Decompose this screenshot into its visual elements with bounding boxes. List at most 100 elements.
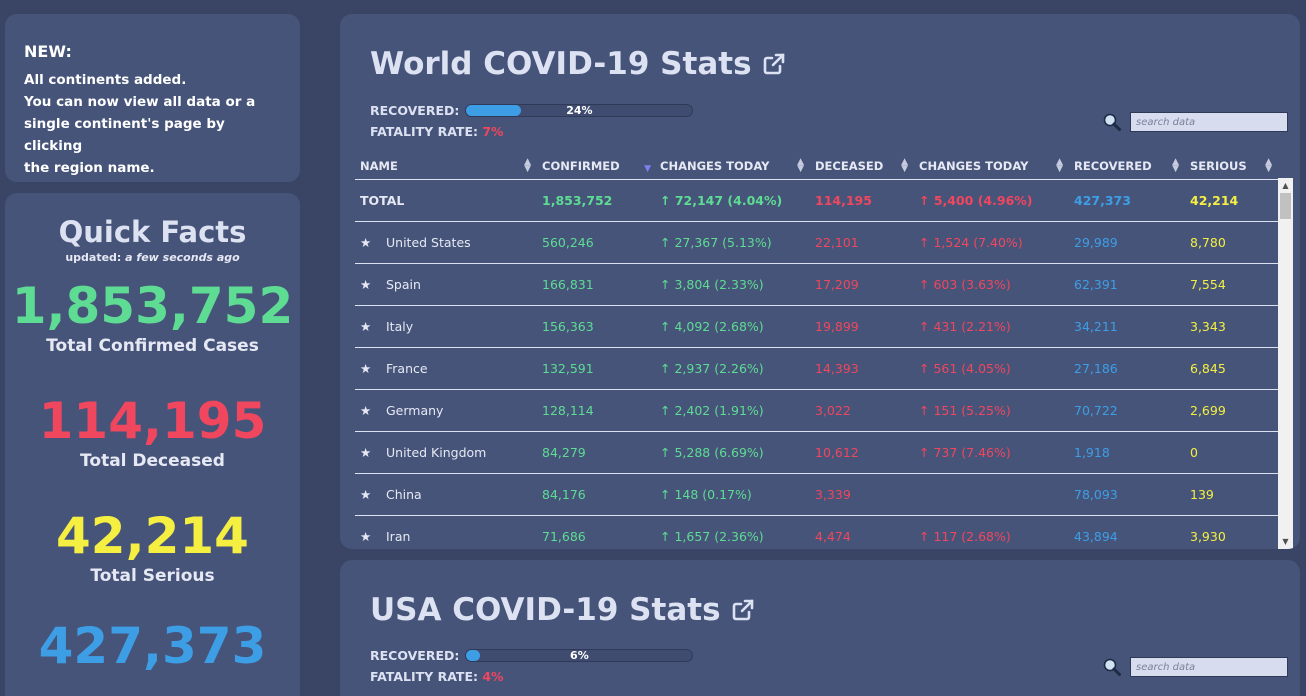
- sort-icon[interactable]: ▲ ▼: [901, 158, 908, 174]
- total-confirmed-label: Total Confirmed Cases: [46, 336, 259, 356]
- sort-icon[interactable]: ▲ ▼: [524, 158, 531, 174]
- star-icon[interactable]: ★: [360, 361, 386, 376]
- news-line: All continents added.: [24, 72, 187, 88]
- total-deceased-value: 114,195: [38, 392, 267, 450]
- serious-cell: 7,554: [1185, 263, 1278, 306]
- change-cell: ↑ 148 (0.17%): [655, 473, 810, 516]
- total-deceased: 114,195: [810, 179, 914, 222]
- external-link-icon[interactable]: [762, 52, 786, 76]
- serious-cell: 3,343: [1185, 305, 1278, 348]
- country-name-cell[interactable]: ★ Germany: [355, 389, 537, 432]
- total-recovered-value: 427,373: [38, 617, 267, 675]
- star-icon[interactable]: ★: [360, 445, 386, 460]
- usa-stats-title-text[interactable]: USA COVID-19 Stats: [370, 592, 721, 628]
- world-fatality-value: 7%: [482, 124, 504, 139]
- change-deceased-cell: ↑ 151 (5.25%): [914, 389, 1069, 432]
- country-name-cell[interactable]: ★ Spain: [355, 263, 537, 306]
- table-row[interactable]: ★ China 84,176 ↑ 148 (0.17%) 3,339 78,093…: [355, 473, 1278, 516]
- scroll-thumb[interactable]: [1280, 193, 1291, 219]
- news-title: NEW:: [24, 42, 72, 61]
- change-cell: ↑ 27,367 (5.13%): [655, 221, 810, 264]
- fact-recovered: 427,373: [5, 616, 300, 676]
- news-line: the region name.: [24, 160, 155, 176]
- sort-icon[interactable]: ▲ ▼: [1056, 158, 1063, 174]
- world-stats-title-text[interactable]: World COVID-19 Stats: [370, 46, 752, 82]
- table-row[interactable]: ★ Italy 156,363 ↑ 4,092 (2.68%) 19,899 ↑ …: [355, 305, 1278, 348]
- recovered-cell: 27,186: [1069, 347, 1185, 390]
- column-header-serious[interactable]: SERIOUS ▲ ▼: [1185, 154, 1278, 180]
- change-cell: ↑ 4,092 (2.68%): [655, 305, 810, 348]
- confirmed-cell: 166,831: [537, 263, 655, 306]
- usa-recovered-label: RECOVERED:: [370, 648, 460, 663]
- column-header-changes-today[interactable]: CHANGES TODAY ▲ ▼: [655, 154, 810, 180]
- table-row[interactable]: ★ France 132,591 ↑ 2,937 (2.26%) 14,393 ↑…: [355, 347, 1278, 390]
- table-row[interactable]: ★ United Kingdom 84,279 ↑ 5,288 (6.69%) 1…: [355, 431, 1278, 474]
- sort-icon[interactable]: ▲ ▼: [1172, 158, 1179, 174]
- table-header-row: NAME ▲ ▼ CONFIRMED ▼ CHANGES TODAY ▲ ▼ DECEAS…: [355, 154, 1278, 180]
- star-icon[interactable]: ★: [360, 487, 386, 502]
- star-icon[interactable]: ★: [360, 529, 386, 544]
- external-link-icon[interactable]: [731, 598, 755, 622]
- world-stats-title[interactable]: World COVID-19 Stats: [370, 46, 786, 82]
- news-line: You can now view all data or a: [24, 94, 256, 110]
- star-icon[interactable]: ★: [360, 403, 386, 418]
- deceased-cell: 3,339: [810, 473, 914, 516]
- confirmed-cell: 84,176: [537, 473, 655, 516]
- table-total-row: TOTAL 1,853,752 ↑ 72,147 (4.04%) 114,195…: [355, 179, 1278, 222]
- world-search-input[interactable]: [1130, 112, 1288, 132]
- usa-recovered-progress: 6%: [465, 649, 694, 662]
- total-change-deceased: ↑ 5,400 (4.96%): [914, 179, 1069, 222]
- table-row[interactable]: ★ United States 560,246 ↑ 27,367 (5.13%) …: [355, 221, 1278, 264]
- world-stats-card: World COVID-19 Stats RECOVERED: 24% FATA…: [340, 14, 1300, 549]
- quick-facts-card: Quick Facts updated: a few seconds ago 1…: [5, 193, 300, 696]
- deceased-cell: 22,101: [810, 221, 914, 264]
- recovered-cell: 62,391: [1069, 263, 1185, 306]
- search-icon[interactable]: [1102, 657, 1122, 677]
- scroll-up-arrow-icon[interactable]: ▲: [1278, 178, 1293, 193]
- usa-stats-title[interactable]: USA COVID-19 Stats: [370, 592, 755, 628]
- country-name-cell[interactable]: ★ United Kingdom: [355, 431, 537, 474]
- change-cell: ↑ 1,657 (2.36%): [655, 515, 810, 549]
- confirmed-cell: 156,363: [537, 305, 655, 348]
- sort-desc-icon[interactable]: ▼: [644, 164, 651, 174]
- column-header-recovered[interactable]: RECOVERED ▲ ▼: [1069, 154, 1185, 180]
- total-deceased-label: Total Deceased: [80, 451, 225, 471]
- usa-search-input[interactable]: [1130, 657, 1288, 677]
- change-cell: ↑ 3,804 (2.33%): [655, 263, 810, 306]
- change-cell: ↑ 2,402 (1.91%): [655, 389, 810, 432]
- country-name-cell[interactable]: ★ Iran: [355, 515, 537, 549]
- star-icon[interactable]: ★: [360, 277, 386, 292]
- world-recovered-percent: 24%: [566, 104, 593, 117]
- column-header-deceased[interactable]: DECEASED ▲ ▼: [810, 154, 914, 180]
- change-deceased-cell: [914, 473, 1069, 516]
- scroll-down-arrow-icon[interactable]: ▼: [1278, 534, 1293, 549]
- recovered-cell: 78,093: [1069, 473, 1185, 516]
- search-icon[interactable]: [1102, 112, 1122, 132]
- sort-icon[interactable]: ▲ ▼: [797, 158, 804, 174]
- country-name-cell[interactable]: ★ France: [355, 347, 537, 390]
- column-header-confirmed[interactable]: CONFIRMED ▼: [537, 154, 655, 180]
- quick-facts-title: Quick Facts: [58, 215, 247, 249]
- star-icon[interactable]: ★: [360, 235, 386, 250]
- usa-stats-card: USA COVID-19 Stats RECOVERED: 6% FATALIT…: [340, 560, 1300, 696]
- country-name-cell[interactable]: ★ China: [355, 473, 537, 516]
- table-row[interactable]: ★ Iran 71,686 ↑ 1,657 (2.36%) 4,474 ↑ 117…: [355, 515, 1278, 549]
- country-name-cell[interactable]: ★ United States: [355, 221, 537, 264]
- world-fatality-label: FATALITY RATE:: [370, 124, 478, 139]
- total-serious-value: 42,214: [56, 507, 249, 565]
- serious-cell: 139: [1185, 473, 1278, 516]
- table-row[interactable]: ★ Spain 166,831 ↑ 3,804 (2.33%) 17,209 ↑ …: [355, 263, 1278, 306]
- table-row[interactable]: ★ Germany 128,114 ↑ 2,402 (1.91%) 3,022 ↑…: [355, 389, 1278, 432]
- usa-fatality-value: 4%: [482, 669, 504, 684]
- sort-icon[interactable]: ▲ ▼: [1265, 158, 1272, 174]
- column-header-deceased-changes-today[interactable]: CHANGES TODAY ▲ ▼: [914, 154, 1069, 180]
- serious-cell: 8,780: [1185, 221, 1278, 264]
- country-name-cell[interactable]: ★ Italy: [355, 305, 537, 348]
- serious-cell: 3,930: [1185, 515, 1278, 549]
- star-icon[interactable]: ★: [360, 319, 386, 334]
- recovered-cell: 1,918: [1069, 431, 1185, 474]
- fact-confirmed: 1,853,752 Total Confirmed Cases: [5, 276, 300, 356]
- table-scrollbar[interactable]: ▲ ▼: [1278, 178, 1293, 549]
- serious-cell: 6,845: [1185, 347, 1278, 390]
- column-header-name[interactable]: NAME ▲ ▼: [355, 154, 537, 180]
